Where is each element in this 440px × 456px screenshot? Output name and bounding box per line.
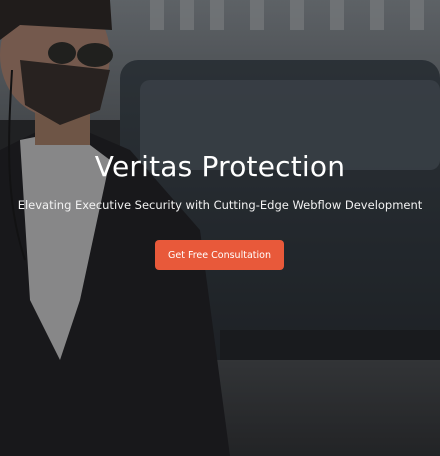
hero-section: Veritas Protection Elevating Executive S…	[0, 0, 440, 456]
hero-subtitle: Elevating Executive Security with Cuttin…	[17, 198, 423, 212]
hero-content: Veritas Protection Elevating Executive S…	[0, 0, 440, 456]
get-free-consultation-button[interactable]: Get Free Consultation	[155, 240, 284, 270]
hero-title: Veritas Protection	[94, 150, 346, 183]
